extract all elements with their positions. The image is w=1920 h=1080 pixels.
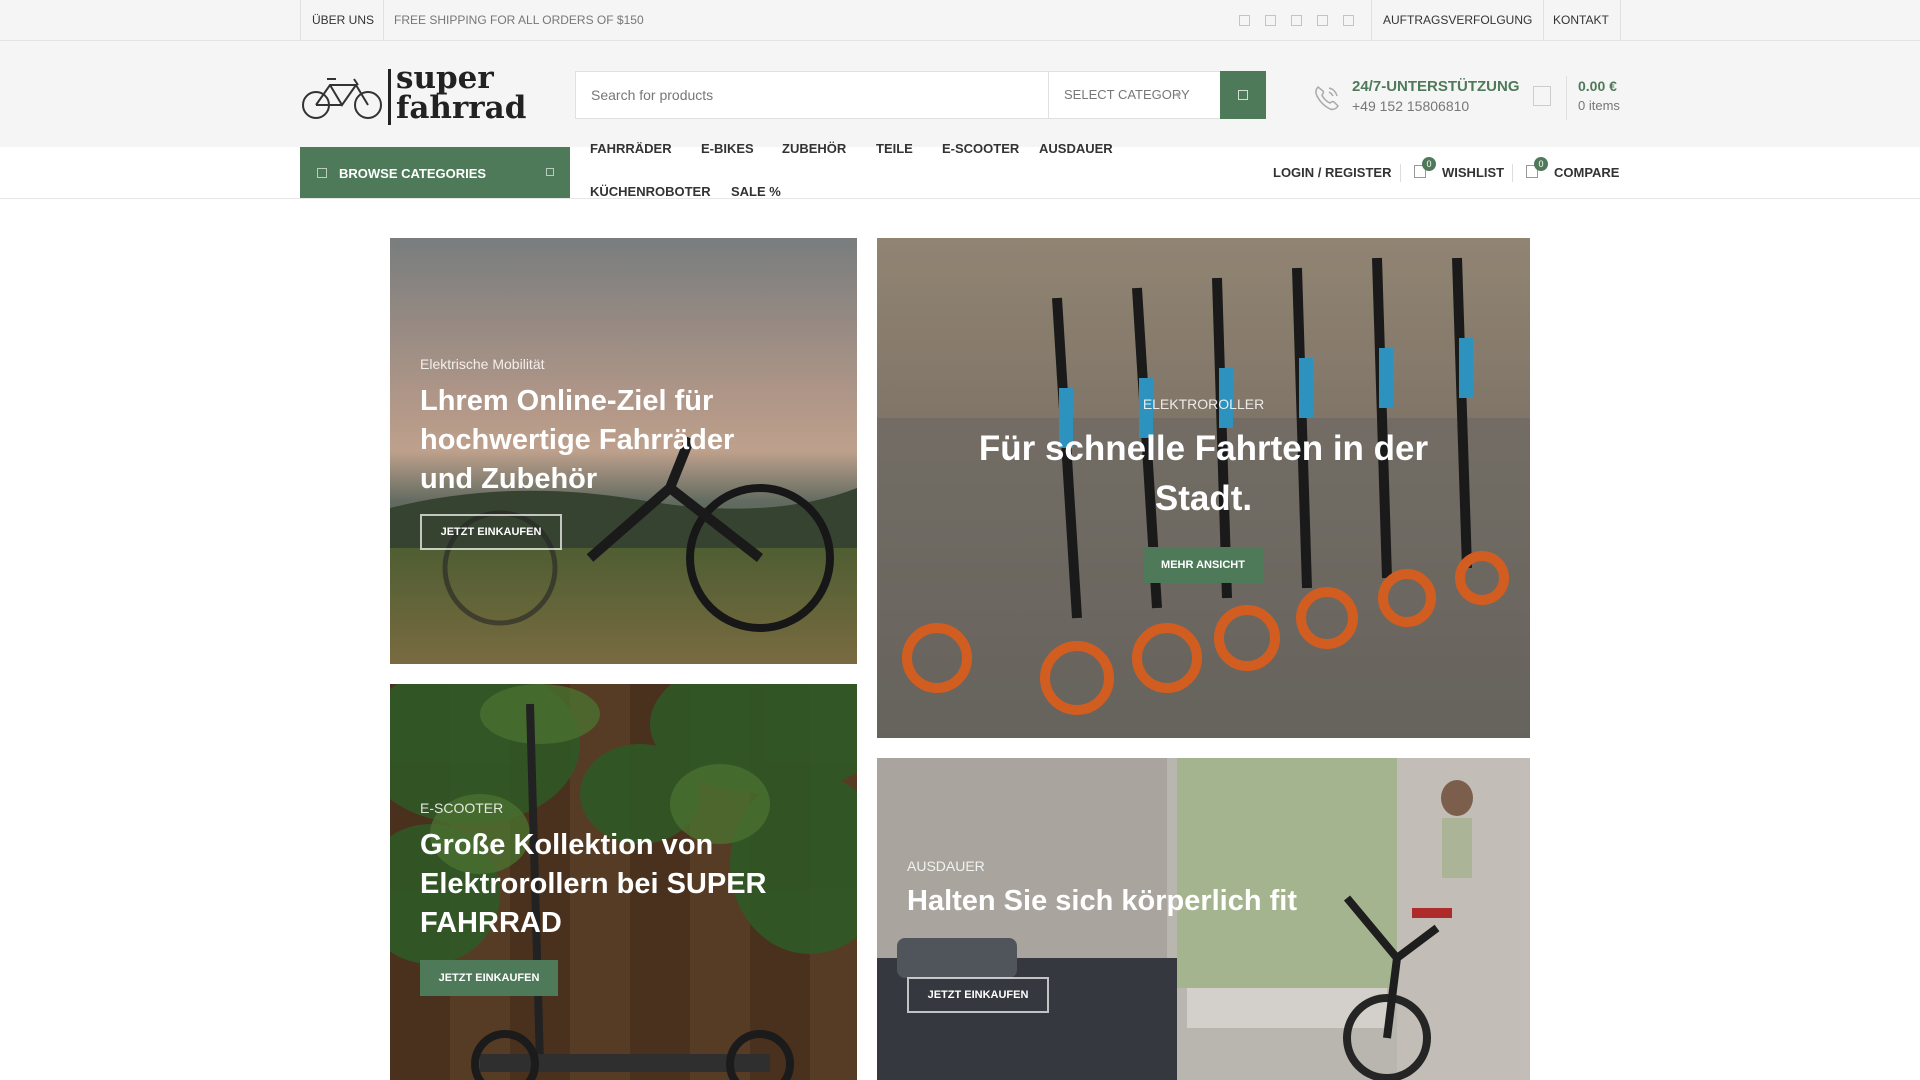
site-logo[interactable]: super fahrrad (300, 61, 535, 129)
search-icon (1238, 90, 1248, 100)
shipping-notice: FREE SHIPPING FOR ALL ORDERS OF $150 (394, 13, 644, 27)
cart-item-count: 0 items (1578, 98, 1620, 113)
category-select-label: SELECT CATEGORY (1064, 87, 1190, 102)
banner-subtitle: AUSDAUER (907, 858, 985, 874)
promo-banner-elektroroller[interactable]: ELEKTROROLLER Für schnelle Fahrten in de… (877, 238, 1530, 738)
divider (1371, 0, 1372, 41)
support-info: 24/7-UNTERSTÜTZUNG +49 152 15806810 (1310, 76, 1530, 120)
shop-now-button[interactable]: JETZT EINKAUFEN (907, 977, 1049, 1013)
menu-icon (317, 168, 327, 178)
wishlist-count-badge: 0 (1422, 157, 1436, 171)
search-button[interactable] (1220, 71, 1266, 119)
search-bar: SELECT CATEGORY ▼ (575, 71, 1266, 119)
browse-categories-button[interactable]: BROWSE CATEGORIES (300, 147, 570, 198)
logo-line2: fahrrad (396, 90, 527, 126)
divider (1543, 0, 1544, 41)
social-icon[interactable] (1239, 15, 1250, 26)
banner-title: Halten Sie sich körperlich fit (907, 885, 1297, 917)
banner-title: Große Kollektion von Elektrorollern bei … (420, 829, 767, 939)
logo-wordmark: super fahrrad (396, 60, 527, 126)
logo-divider (388, 69, 391, 125)
browse-categories-label: BROWSE CATEGORIES (339, 166, 487, 181)
promo-banner-ausdauer[interactable]: AUSDAUER Halten Sie sich körperlich fit … (877, 758, 1530, 1080)
social-icon[interactable] (1317, 15, 1328, 26)
social-icon[interactable] (1291, 15, 1302, 26)
menu-item-fahrraeder[interactable]: FAHRRÄDER (590, 141, 672, 156)
contact-link[interactable]: KONTAKT (1553, 0, 1609, 41)
category-select[interactable]: SELECT CATEGORY ▼ (1048, 72, 1195, 118)
support-title: 24/7-UNTERSTÜTZUNG (1352, 78, 1520, 95)
menu-item-e-scooter[interactable]: E-SCOOTER (942, 141, 1019, 156)
banner-title: Für schnelle Fahrten in der Stadt. (978, 429, 1429, 518)
top-bar: ÜBER UNS FREE SHIPPING FOR ALL ORDERS OF… (0, 0, 1920, 41)
divider (1566, 76, 1567, 120)
bicycle-logo-icon (302, 78, 382, 119)
logo-line1: super (396, 60, 494, 96)
order-tracking-link[interactable]: AUFTRAGSVERFOLGUNG (1383, 0, 1532, 41)
divider (300, 0, 301, 41)
divider (1400, 164, 1401, 182)
menu-item-teile[interactable]: TEILE (876, 141, 913, 156)
cart-icon (1533, 86, 1551, 106)
compare-link[interactable]: COMPARE (1554, 165, 1619, 180)
banner-subtitle: E-SCOOTER (420, 800, 504, 816)
banner-subtitle: Elektrische Mobilität (420, 356, 545, 372)
header: super fahrrad SELECT CATEGORY ▼ 24/7-UNT… (0, 41, 1920, 147)
chevron-down-icon: ▼ (1174, 90, 1183, 100)
shop-now-button[interactable]: JETZT EINKAUFEN (420, 960, 558, 996)
search-input[interactable] (576, 72, 1048, 118)
menu-item-kuechenroboter[interactable]: KÜCHENROBOTER (590, 184, 711, 199)
compare-count-badge: 0 (1534, 157, 1548, 171)
banner-title: Lhrem Online-Ziel für hochwertige Fahrrä… (420, 385, 735, 495)
shop-now-button[interactable]: JETZT EINKAUFEN (420, 514, 562, 550)
menu-item-ausdauer[interactable]: AUSDAUER (1039, 141, 1113, 156)
about-link[interactable]: ÜBER UNS (312, 0, 374, 41)
promo-banner-electric-mobility[interactable]: Elektrische Mobilität Lhrem Online-Ziel … (390, 238, 857, 664)
menu-item-e-bikes[interactable]: E-BIKES (701, 141, 754, 156)
social-icon[interactable] (1265, 15, 1276, 26)
wishlist-link[interactable]: WISHLIST (1442, 165, 1504, 180)
menu-item-zubehoer[interactable]: ZUBEHÖR (782, 141, 846, 156)
login-register-link[interactable]: LOGIN / REGISTER (1273, 165, 1391, 180)
promo-banner-e-scooter[interactable]: E-SCOOTER Große Kollektion von Elektroro… (390, 684, 857, 1080)
banner-subtitle: ELEKTROROLLER (1142, 396, 1265, 412)
divider (383, 0, 384, 41)
cart-widget[interactable]: 0.00 € 0 items (1532, 76, 1622, 120)
support-phone[interactable]: +49 152 15806810 (1352, 98, 1469, 114)
chevron-down-icon (546, 168, 554, 176)
divider (1620, 0, 1621, 41)
phone-icon (1315, 85, 1339, 111)
social-icon[interactable] (1343, 15, 1354, 26)
divider (1512, 164, 1513, 182)
cart-total: 0.00 € (1578, 78, 1617, 94)
menu-item-sale[interactable]: SALE % (731, 184, 781, 199)
more-view-button[interactable]: MEHR ANSICHT (1143, 547, 1263, 583)
main-navigation: BROWSE CATEGORIES FAHRRÄDER E-BIKES ZUBE… (0, 141, 1920, 199)
